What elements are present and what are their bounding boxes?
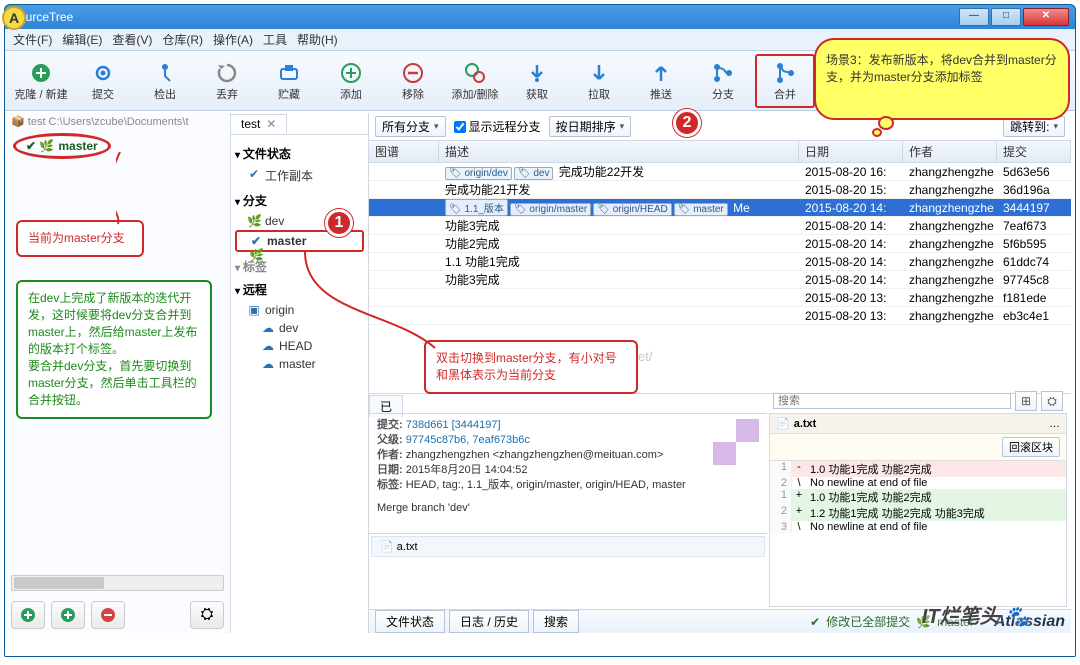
window-controls: — □ ✕ — [959, 8, 1069, 26]
tool-remove[interactable]: 移除 — [383, 56, 443, 106]
btn-remove[interactable] — [91, 601, 125, 629]
commit-row[interactable]: 功能2完成2015-08-20 14:zhangzhengzhe5f6b595 — [369, 235, 1071, 253]
left-scrollbar[interactable] — [11, 575, 224, 595]
badge-2: 2 — [673, 109, 701, 137]
chk-show-remote[interactable]: 显示远程分支 — [454, 118, 541, 135]
callout-instructions: 在dev上完成了新版本的迭代开发，这时候要将dev分支合并到master上，然后… — [16, 280, 212, 419]
tool-fetch[interactable]: 获取 — [507, 56, 567, 106]
branch-icon: 🌿 — [247, 214, 261, 228]
tool-checkout[interactable]: 检出 — [135, 56, 195, 106]
check-icon: ✔ — [247, 167, 261, 181]
status-tab-search[interactable]: 搜索 — [533, 610, 579, 633]
tool-stash[interactable]: 贮藏 — [259, 56, 319, 106]
commit-row[interactable]: 完成功能21开发2015-08-20 15:zhangzhengzhe36d19… — [369, 181, 1071, 199]
titlebar[interactable]: SourceTree — □ ✕ — [5, 5, 1075, 29]
btn-settings-left[interactable]: ⛭ — [190, 601, 224, 629]
btn-folder-add[interactable] — [51, 601, 85, 629]
close-button[interactable]: ✕ — [1023, 8, 1069, 26]
tool-merge[interactable]: 合并 — [755, 54, 815, 108]
tree-sec-filestate[interactable]: 文件状态 — [235, 145, 364, 162]
diff-tools: ⊞ ⛭ — [769, 389, 1067, 413]
branch-icon: ✔🌿 — [249, 234, 263, 262]
tab-strip: test✕ — [231, 113, 368, 135]
grid-header: 图谱 描述 日期 作者 提交 — [369, 141, 1071, 163]
menu-action[interactable]: 操作(A) — [213, 31, 253, 48]
btn-db-add[interactable] — [11, 601, 45, 629]
col-desc[interactable]: 描述 — [439, 141, 799, 162]
filter-sort[interactable]: 按日期排序 — [549, 116, 632, 137]
changed-files: 📄 a.txt — [369, 533, 767, 607]
diff-line: 2\No newline at end of file — [770, 477, 1066, 489]
tool-discard[interactable]: 丢弃 — [197, 56, 257, 106]
tool-add[interactable]: 添加 — [321, 56, 381, 106]
diff-file-header[interactable]: 📄 a.txt … — [770, 414, 1066, 434]
menu-file[interactable]: 文件(F) — [13, 31, 52, 48]
col-author[interactable]: 作者 — [903, 141, 997, 162]
diff-options-icon[interactable]: ⊞ — [1015, 391, 1037, 411]
repo-path: 📦 test C:\Users\zcube\Documents\t — [5, 113, 230, 130]
cloud-scenario3: 场景3：发布新版本，将dev合并到master分支，并为master分支添加标签 — [814, 38, 1070, 134]
minimize-button[interactable]: — — [959, 8, 989, 26]
author-avatar — [713, 419, 759, 465]
commit-detail: 提交: 738d661 [3444197] 父级: 97745c87b6, 7e… — [369, 413, 767, 533]
diff-line: 3\No newline at end of file — [770, 521, 1066, 533]
commit-row[interactable]: 🏷 1.1_版本🏷 origin/master🏷 origin/HEAD🏷 ma… — [369, 199, 1071, 217]
col-graph[interactable]: 图谱 — [369, 141, 439, 162]
col-date[interactable]: 日期 — [799, 141, 903, 162]
tool-commit[interactable]: 提交 — [73, 56, 133, 106]
tool-clone[interactable]: 克隆 / 新建 — [11, 56, 71, 106]
diff-hunk-header: 回滚区块 — [770, 434, 1066, 461]
left-bottom-controls: ⛭ — [11, 601, 224, 629]
tool-pull[interactable]: 拉取 — [569, 56, 629, 106]
current-branch-pill[interactable]: ✔ 🌿 master — [13, 133, 111, 159]
status-tab-log[interactable]: 日志 / 历史 — [449, 610, 529, 633]
menu-repo[interactable]: 仓库(R) — [162, 31, 203, 48]
status-tab-filestate[interactable]: 文件状态 — [375, 610, 445, 633]
marker-A: A — [2, 6, 26, 30]
revert-hunk-button[interactable]: 回滚区块 — [1002, 437, 1060, 457]
diff-body: 1-1.0 功能1完成 功能2完成2\No newline at end of … — [770, 461, 1066, 533]
tool-branch[interactable]: 分支 — [693, 56, 753, 106]
repo-tab[interactable]: test✕ — [231, 114, 287, 133]
menu-view[interactable]: 查看(V) — [112, 31, 152, 48]
menu-tools[interactable]: 工具 — [263, 31, 287, 48]
menu-edit[interactable]: 编辑(E) — [62, 31, 102, 48]
repo-tree: test✕ 文件状态 ✔工作副本 分支 🌿dev ✔🌿master 标签 远程 … — [231, 113, 369, 633]
tree-workcopy[interactable]: ✔工作副本 — [235, 165, 364, 186]
watermark-author: IT烂笔头 🐾 — [922, 600, 1030, 629]
maximize-button[interactable]: □ — [991, 8, 1021, 26]
tool-push[interactable]: 推送 — [631, 56, 691, 106]
col-commit[interactable]: 提交 — [997, 141, 1071, 162]
tree-sec-branches[interactable]: 分支 — [235, 192, 364, 209]
menu-help[interactable]: 帮助(H) — [297, 31, 338, 48]
diff-line: 1-1.0 功能1完成 功能2完成 — [770, 461, 1066, 477]
tab-close-icon[interactable]: ✕ — [266, 117, 276, 131]
commit-row[interactable]: 🏷 origin/dev🏷 dev 完成功能22开发2015-08-20 16:… — [369, 163, 1071, 181]
badge-1: 1 — [325, 209, 353, 237]
changed-file[interactable]: 📄 a.txt — [371, 536, 765, 557]
tool-add-remove[interactable]: 添加/删除 — [445, 56, 505, 106]
diff-panel: 📄 a.txt … 回滚区块 1-1.0 功能1完成 功能2完成2\No new… — [769, 413, 1067, 607]
status-ok-icon: ✔ — [810, 615, 820, 629]
commit-row[interactable]: 功能3完成2015-08-20 14:zhangzhengzhe7eaf673 — [369, 217, 1071, 235]
diff-search-input[interactable] — [773, 393, 1011, 409]
diff-line: 1+1.0 功能1完成 功能2完成 — [770, 489, 1066, 505]
commit-msg: Merge branch 'dev' — [377, 501, 759, 516]
filter-all-branches[interactable]: 所有分支 — [375, 116, 446, 137]
diff-settings-icon[interactable]: ⛭ — [1041, 391, 1063, 411]
diff-line: 2+1.2 功能1完成 功能2完成 功能3完成 — [770, 505, 1066, 521]
